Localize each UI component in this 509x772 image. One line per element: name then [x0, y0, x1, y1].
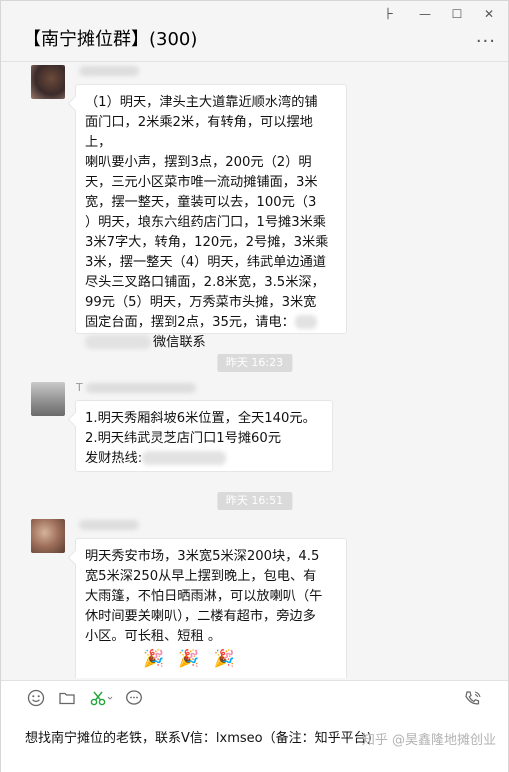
- message-input[interactable]: 想找南宁摊位的老铁，联系V信：lxmseo（备注：知乎平台): [25, 727, 372, 746]
- minimize-icon[interactable]: —: [414, 5, 436, 23]
- sender-name: [76, 518, 139, 532]
- message-line: 1.明天秀厢斜坡6米位置，全天140元。: [85, 411, 316, 426]
- pin-icon[interactable]: ⺊: [378, 5, 400, 23]
- message-bubble[interactable]: 明天秀安市场，3米宽5米深200块，4.5 宽5米深250从早上摆到晚上，包电、…: [75, 538, 347, 678]
- avatar[interactable]: [31, 65, 65, 99]
- message-line: 小区。可长租、短租 。: [85, 629, 222, 644]
- redacted-phone: [142, 451, 227, 465]
- message-line: 喇叭要小声，摆到3点，200元（2）明: [85, 155, 312, 170]
- message-line: 微信联系: [85, 333, 337, 353]
- emoji-icon[interactable]: [25, 689, 47, 711]
- message-bubble[interactable]: （1）明天，津头主大道靠近顺水湾的铺 面门口，2米乘2米，有转角，可以摆地上， …: [75, 84, 347, 350]
- scissors-icon[interactable]: [87, 689, 117, 711]
- message-line: 尽头三叉路口铺面，2.8米宽，3.5米深，: [85, 275, 325, 290]
- close-icon[interactable]: ✕: [478, 5, 500, 23]
- party-popper-icon: 🎉: [143, 649, 165, 669]
- party-popper-icon: 🎉: [178, 649, 200, 669]
- message-line: ）明天，埌东六组药店门口，1号摊3米乘: [85, 215, 326, 230]
- message-line: 2.明天纬武灵芝店门口1号摊60元: [85, 431, 282, 446]
- redacted-phone: [85, 335, 151, 349]
- message-line: 99元（5）明天，万秀菜市头摊，3米宽: [85, 295, 317, 310]
- message-bubble[interactable]: 1.明天秀厢斜坡6米位置，全天140元。 2.明天纬武灵芝店门口1号摊60元 发…: [75, 400, 333, 472]
- chat-title: 【南宁摊位群】(300): [23, 29, 198, 50]
- avatar[interactable]: [31, 519, 65, 553]
- more-options-button[interactable]: ···: [476, 31, 496, 52]
- redacted-phone: [294, 315, 317, 329]
- message-line: （1）明天，津头主大道靠近顺水湾的铺: [85, 95, 318, 110]
- message-line: 宽，摆一整天，童装可以去，100元（3: [85, 195, 317, 210]
- chat-window: 【南宁摊位群】(300) ⺊ — ☐ ✕ ··· （1）明天，津头主大道靠近顺水…: [0, 0, 509, 772]
- message-line: 明天秀安市场，3米宽5米深200块，4.5: [85, 549, 320, 564]
- message-line: 3米，摆一整天（4）明天，纬武单边通道: [85, 255, 326, 270]
- sender-name: [76, 64, 139, 78]
- message-line: 宽5米深250从早上摆到晚上，包电、有: [85, 569, 317, 584]
- message-line: 天，三元小区菜市唯一流动摊铺面，3米: [85, 175, 318, 190]
- phone-icon[interactable]: [462, 689, 484, 711]
- maximize-icon[interactable]: ☐: [446, 5, 468, 23]
- message-line: 休时间要关喇叭），二楼有超市，旁边多: [85, 609, 316, 624]
- sender-name: T: [76, 381, 196, 395]
- emoji-row: 🎉 🎉 🎉: [85, 647, 337, 673]
- folder-icon[interactable]: [56, 689, 78, 711]
- timestamp: 昨天 16:51: [216, 492, 293, 510]
- avatar[interactable]: [31, 382, 65, 416]
- message-line: 发财热线:: [85, 449, 323, 469]
- party-popper-icon: 🎉: [213, 649, 235, 669]
- watermark-text: 知乎 @昊鑫隆地摊创业: [361, 733, 496, 748]
- message-line: 3米7字大，转角，120元，2号摊，3米乘: [85, 235, 329, 250]
- message-list[interactable]: （1）明天，津头主大道靠近顺水湾的铺 面门口，2米乘2米，有转角，可以摆地上， …: [1, 62, 508, 679]
- message-line: 大雨篷，不怕日晒雨淋，可以放喇叭（午: [85, 589, 323, 604]
- title-bar: 【南宁摊位群】(300) ⺊ — ☐ ✕ ···: [1, 1, 508, 62]
- chat-bubble-icon[interactable]: [123, 689, 145, 711]
- composer: 想找南宁摊位的老铁，联系V信：lxmseo（备注：知乎平台) 知乎 @昊鑫隆地摊…: [1, 680, 508, 772]
- message-line: 固定台面，摆到2点，35元，请电：: [85, 313, 337, 333]
- message-line: 面门口，2米乘2米，有转角，可以摆地上，: [85, 115, 313, 150]
- timestamp: 昨天 16:23: [216, 354, 293, 372]
